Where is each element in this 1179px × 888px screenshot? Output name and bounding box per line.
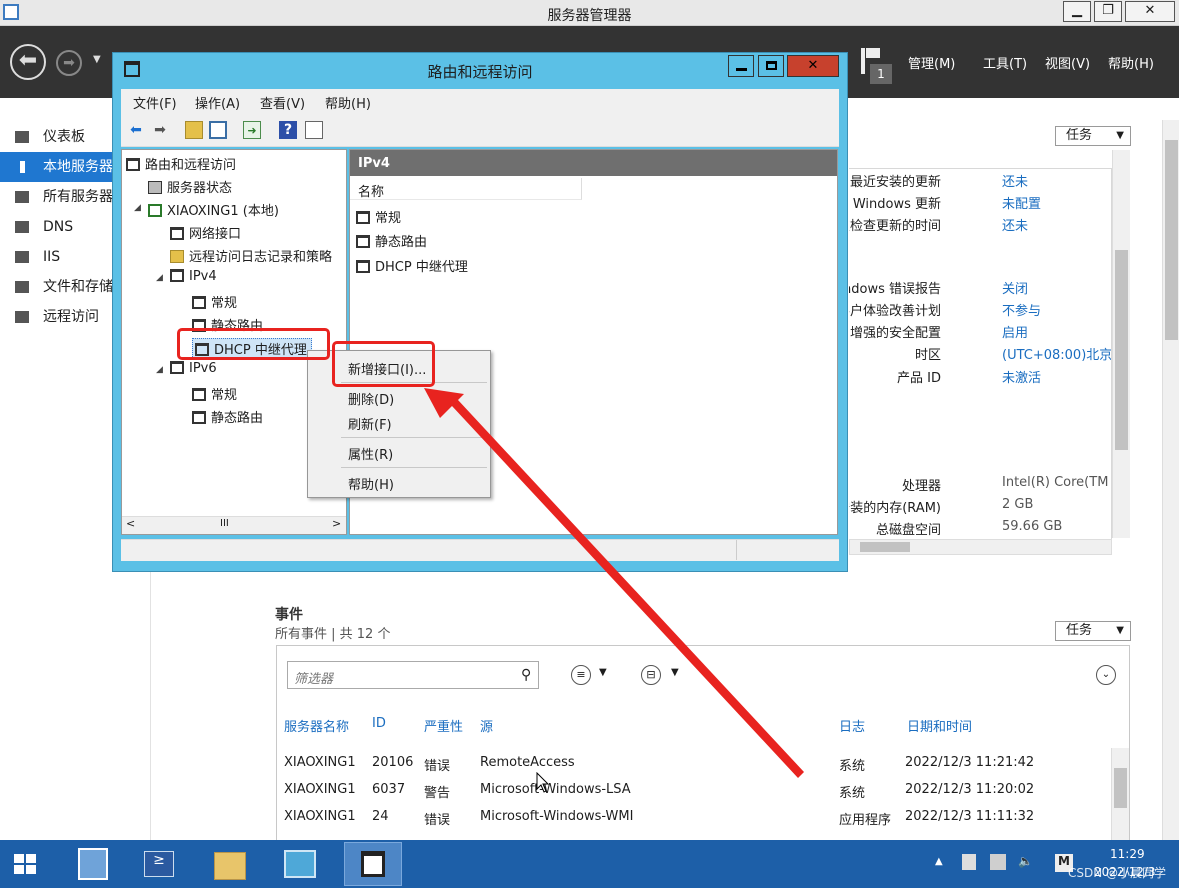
annotation-arrow xyxy=(424,388,804,778)
mouse-cursor-icon xyxy=(536,772,550,793)
